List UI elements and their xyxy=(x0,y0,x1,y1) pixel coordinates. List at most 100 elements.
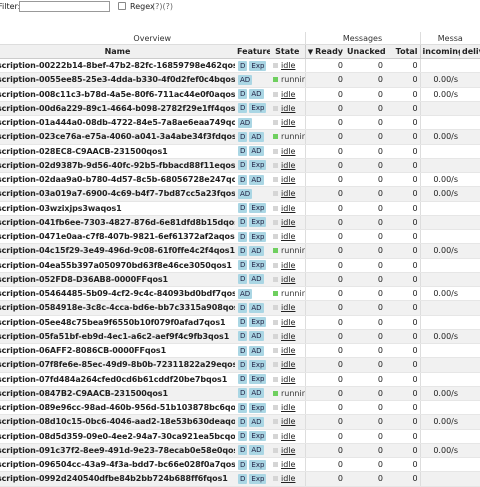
queue-name-link[interactable]: scription-028EC8-C9AACB-231500qos1 xyxy=(0,147,233,156)
queue-name-link[interactable]: scription-04c15f29-3e49-496d-9c08-61f0ff… xyxy=(0,246,235,255)
state-label: idle xyxy=(281,189,296,199)
table-row[interactable]: scription-00222b14-8bef-47b2-82fc-168597… xyxy=(0,58,480,74)
table-row[interactable]: scription-06AFF2-8086CB-0000FFqos1 D AD idl… xyxy=(0,343,480,359)
deliver-rate-cell xyxy=(460,243,480,259)
features-cell: AD xyxy=(235,186,270,202)
column-deliver[interactable]: delivi xyxy=(460,44,480,59)
column-incoming[interactable]: incoming xyxy=(419,44,461,59)
table-row[interactable]: scription-04c15f29-3e49-496d-9c08-61f0ff… xyxy=(0,243,480,259)
table-row[interactable]: scription-04ea55b397a050970bd63f8e46ce30… xyxy=(0,258,480,273)
queue-name-link[interactable]: scription-023ce76a-e75a-4060-a041-3a4abe… xyxy=(0,132,235,141)
unacked-cell: 0 xyxy=(345,414,386,430)
queue-name-cell: scription-096504cc-43a9-4f3a-bdd7-bc66e0… xyxy=(0,457,235,473)
filter-input[interactable] xyxy=(19,1,110,12)
state-cell: idle xyxy=(270,172,306,188)
queue-name-link[interactable]: scription-05fa51bf-eb9d-4ec1-a6c2-aef9f4… xyxy=(0,332,233,341)
ready-cell: 0 xyxy=(304,315,346,330)
table-row[interactable]: scription-089e96cc-98ad-460b-956d-51b103… xyxy=(0,400,480,416)
feature-tag: Exp xyxy=(249,60,267,71)
total-cell: 0 xyxy=(385,343,421,359)
incoming-rate-cell: 0.00/s xyxy=(419,129,461,145)
queues-table-body: scription-00222b14-8bef-47b2-82fc-168597… xyxy=(0,58,480,487)
queue-name-link[interactable]: scription-00222b14-8bef-47b2-82fc-168597… xyxy=(0,61,235,70)
features-cell: D AD xyxy=(235,329,270,345)
ready-cell: 0 xyxy=(304,329,346,345)
column-features[interactable]: Features xyxy=(235,44,270,59)
table-row[interactable]: scription-0055ee85-25e3-4dda-b330-4f0d2f… xyxy=(0,72,480,88)
deliver-rate-cell xyxy=(460,215,480,231)
table-row[interactable]: scription-01a444a0-08db-4722-84e5-7a8ae6… xyxy=(0,115,480,131)
ready-cell: 0 xyxy=(304,115,346,131)
queue-name-link[interactable]: scription-03wzixjps3waqos1 xyxy=(0,204,233,213)
table-row[interactable]: scription-03a019a7-6900-4c69-b4f7-7bd87c… xyxy=(0,186,480,202)
queue-name-link[interactable]: scription-0471e0aa-c7f8-407b-9821-6ef613… xyxy=(0,232,235,241)
queue-name-link[interactable]: scription-08d5d359-09e0-4ee2-94a7-30ca92… xyxy=(0,432,235,441)
queue-name-link[interactable]: scription-03a019a7-6900-4c69-b4f7-7bd87c… xyxy=(0,189,235,198)
state-label: running xyxy=(281,289,305,299)
queue-name-link[interactable]: scription-041fb6ee-7303-4827-876d-6e81df… xyxy=(0,218,235,227)
table-row[interactable]: scription-02daa9a0-b780-4d57-8c5b-680567… xyxy=(0,172,480,188)
table-row[interactable]: scription-091c37f2-8ee9-491d-9e23-78ecab… xyxy=(0,443,480,459)
state-label: idle xyxy=(281,431,296,441)
queue-name-link[interactable]: scription-02daa9a0-b780-4d57-8c5b-680567… xyxy=(0,175,235,184)
table-row[interactable]: scription-008c11c3-b78d-4a5e-80f6-711ac4… xyxy=(0,87,480,102)
queue-name-link[interactable]: scription-096504cc-43a9-4f3a-bdd7-bc66e0… xyxy=(0,460,235,469)
regex-checkbox[interactable] xyxy=(118,2,126,10)
queue-name-link[interactable]: scription-07fd484a264cfed0cd6b61cddf20be… xyxy=(0,375,233,384)
incoming-rate-cell: 0.00/s xyxy=(419,186,461,202)
table-row[interactable]: scription-023ce76a-e75a-4060-a041-3a4abe… xyxy=(0,129,480,145)
table-row[interactable]: scription-0471e0aa-c7f8-407b-9821-6ef613… xyxy=(0,229,480,245)
table-row[interactable]: scription-03wzixjps3waqos1 D Exp idle 0 0 0 xyxy=(0,201,480,216)
queue-name-link[interactable]: scription-01a444a0-08db-4722-84e5-7a8ae6… xyxy=(0,118,235,127)
queue-name-link[interactable]: scription-04ea55b397a050970bd63f8e46ce30… xyxy=(0,261,233,270)
queue-name-cell: scription-03wzixjps3waqos1 xyxy=(0,201,235,216)
column-state[interactable]: State xyxy=(270,44,306,59)
table-row[interactable]: scription-0847B2-C9AACB-231500qos1 D AD run… xyxy=(0,386,480,402)
feature-tag: Exp xyxy=(249,402,267,413)
table-row[interactable]: scription-05ee48c75bea9f6550b10f079f0afa… xyxy=(0,315,480,330)
ready-cell: 0 xyxy=(304,300,346,316)
table-row[interactable]: scription-0584918e-3c8c-4cca-bd6e-bb7c33… xyxy=(0,300,480,316)
table-row[interactable]: scription-0992d240540dfbe84b2bb724b688ff… xyxy=(0,471,480,487)
help-link[interactable]: (?)(?) xyxy=(152,2,173,11)
table-row[interactable]: scription-00d6a229-89c1-4664-b098-2782f2… xyxy=(0,101,480,117)
total-cell: 0 xyxy=(385,372,421,387)
table-row[interactable]: scription-08d5d359-09e0-4ee2-94a7-30ca92… xyxy=(0,429,480,444)
table-row[interactable]: scription-02d9387b-9d56-40fc-92b5-fbbacd… xyxy=(0,158,480,174)
queue-name-link[interactable]: scription-07f8fe6e-85ec-49d9-8b0b-723118… xyxy=(0,360,235,369)
queue-name-link[interactable]: scription-089e96cc-98ad-460b-956d-51b103… xyxy=(0,403,235,412)
table-row[interactable]: scription-05464485-5b09-4cf2-9c4c-84093b… xyxy=(0,286,480,302)
state-label: idle xyxy=(281,346,296,356)
queue-name-link[interactable]: scription-091c37f2-8ee9-491d-9e23-78ecab… xyxy=(0,446,235,455)
total-cell: 0 xyxy=(385,300,421,316)
queue-name-link[interactable]: scription-008c11c3-b78d-4a5e-80f6-711ac4… xyxy=(0,90,235,99)
table-row[interactable]: scription-041fb6ee-7303-4827-876d-6e81df… xyxy=(0,215,480,231)
state-cell: idle xyxy=(270,186,306,202)
queue-name-link[interactable]: scription-05464485-5b09-4cf2-9c4c-84093b… xyxy=(0,289,235,298)
column-name[interactable]: Name xyxy=(0,44,235,59)
table-row[interactable]: scription-05fa51bf-eb9d-4ec1-a6c2-aef9f4… xyxy=(0,329,480,345)
column-total[interactable]: Total xyxy=(385,44,421,59)
table-row[interactable]: scription-028EC8-C9AACB-231500qos1 D AD idl… xyxy=(0,144,480,159)
queue-name-link[interactable]: scription-06AFF2-8086CB-0000FFqos1 xyxy=(0,346,233,355)
queue-name-link[interactable]: scription-05ee48c75bea9f6550b10f079f0afa… xyxy=(0,318,233,327)
feature-tag: Exp xyxy=(249,103,267,114)
queue-name-link[interactable]: scription-00d6a229-89c1-4664-b098-2782f2… xyxy=(0,104,235,113)
queue-name-link[interactable]: scription-0992d240540dfbe84b2bb724b688ff… xyxy=(0,474,233,483)
queue-name-link[interactable]: scription-0055ee85-25e3-4dda-b330-4f0d2f… xyxy=(0,75,235,84)
queue-name-link[interactable]: scription-0847B2-C9AACB-231500qos1 xyxy=(0,389,233,398)
table-row[interactable]: scription-052FD8-D36AB8-0000FFqos1 D AD idl… xyxy=(0,272,480,288)
unacked-cell: 0 xyxy=(345,87,386,102)
queue-name-link[interactable]: scription-08d10c15-0bc6-4046-aad2-18e53b… xyxy=(0,417,235,426)
table-row[interactable]: scription-07f8fe6e-85ec-49d9-8b0b-723118… xyxy=(0,357,480,373)
table-row[interactable]: scription-07fd484a264cfed0cd6b61cddf20be… xyxy=(0,372,480,387)
queue-name-link[interactable]: scription-0584918e-3c8c-4cca-bd6e-bb7c33… xyxy=(0,303,235,312)
queue-name-link[interactable]: scription-02d9387b-9d56-40fc-92b5-fbbacd… xyxy=(0,161,235,170)
state-cell: idle xyxy=(270,215,306,231)
column-unacked[interactable]: Unacked xyxy=(345,44,386,59)
table-row[interactable]: scription-08d10c15-0bc6-4046-aad2-18e53b… xyxy=(0,414,480,430)
table-row[interactable]: scription-096504cc-43a9-4f3a-bdd7-bc66e0… xyxy=(0,457,480,473)
queue-name-link[interactable]: scription-052FD8-D36AB8-0000FFqos1 xyxy=(0,275,233,284)
unacked-cell: 0 xyxy=(345,429,386,444)
column-ready[interactable]: ▼ Ready xyxy=(304,44,346,59)
